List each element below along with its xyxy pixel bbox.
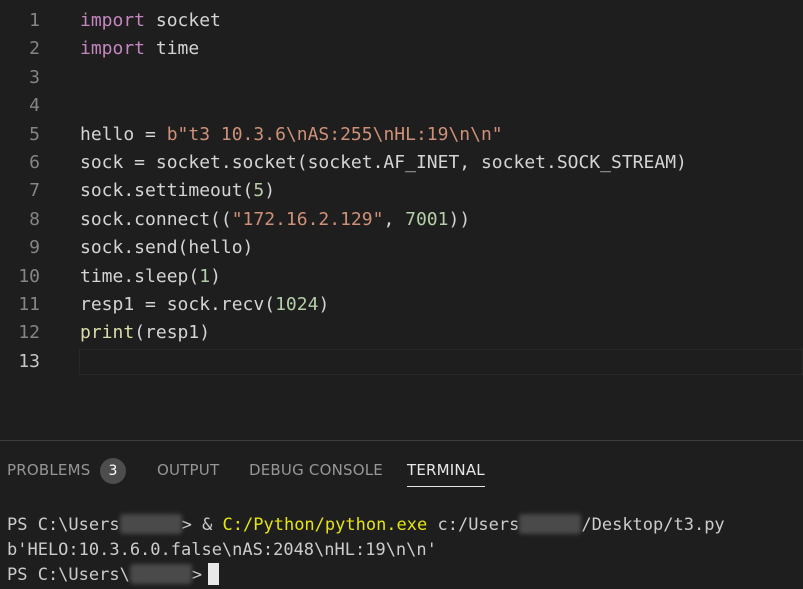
code-token: )	[210, 265, 221, 287]
code-line[interactable]: 4	[0, 92, 803, 120]
code-token: 7001	[405, 208, 449, 230]
redacted-username	[119, 514, 182, 534]
code-text: hello = b"t3 10.3.6\nAS:255\nHL:19\n\n"	[80, 121, 503, 149]
code-line[interactable]: 10 time.sleep(1)	[0, 263, 803, 291]
code-token: time.sleep(	[80, 265, 200, 287]
redacted-username	[129, 564, 192, 584]
code-line[interactable]: 8 sock.connect(("172.16.2.129", 7001))	[0, 206, 803, 234]
tab-output[interactable]: OUTPUT	[157, 459, 219, 487]
code-line[interactable]: 11 resp1 = sock.recv(1024)	[0, 291, 803, 319]
line-number: 1	[29, 10, 40, 31]
line-number: 11	[18, 294, 40, 315]
line-number: 2	[29, 38, 40, 60]
terminal-prompt: PS C:\Users\	[7, 565, 130, 585]
code-line[interactable]: 13	[0, 348, 803, 376]
code-token: )	[264, 180, 276, 202]
code-token: 1	[199, 265, 211, 287]
code-token: time	[145, 38, 200, 60]
code-token: b"t3 10.3.6\nAS:255\nHL:19\n\n"	[166, 123, 503, 145]
code-line[interactable]: 7 sock.settimeout(5)	[0, 177, 803, 205]
code-token: ,	[383, 208, 406, 230]
terminal-prompt: PS C:\Users	[7, 515, 120, 535]
code-token: resp1 = sock.recv(	[80, 294, 276, 315]
code-line[interactable]: 2 import time	[0, 35, 803, 63]
code-token: socket	[145, 10, 221, 31]
code-line[interactable]: 3	[0, 64, 803, 92]
terminal-arg-path-a: c:/Users	[427, 515, 520, 535]
code-token: "172.16.2.129"	[231, 208, 384, 230]
code-text: sock = socket.socket(socket.AF_INET, soc…	[80, 149, 687, 177]
terminal-line-2: b'HELO:10.3.6.0.false\nAS:2048\nHL:19\n\…	[7, 540, 437, 560]
tab-output-label: OUTPUT	[157, 461, 220, 479]
code-text: time.sleep(1)	[80, 263, 221, 291]
line-number: 7	[29, 180, 40, 202]
terminal-line-3: PS C:\Users\ >	[7, 563, 220, 587]
code-text: import time	[80, 35, 199, 63]
terminal-arg-path-b: /Desktop/t3.py	[581, 515, 725, 535]
code-token: sock.settimeout(	[80, 180, 254, 202]
line-number: 9	[29, 237, 40, 259]
code-token: sock = socket.socket(socket.AF_INET, soc…	[80, 152, 687, 173]
line-number: 13	[18, 350, 40, 372]
code-text: resp1 = sock.recv(1024)	[80, 291, 329, 319]
terminal-line-1: PS C:\Users > & C:/Python/python.exe c:/U…	[7, 513, 725, 537]
code-token: hello =	[80, 123, 167, 145]
code-line[interactable]: 12 print(resp1)	[0, 319, 803, 347]
line-number: 8	[29, 208, 40, 230]
line-number: 6	[29, 152, 40, 173]
code-token: sock.connect((	[80, 208, 232, 230]
code-line[interactable]: 1 import socket	[0, 7, 803, 35]
code-token: print	[80, 322, 135, 344]
code-line[interactable]: 9 sock.send(hello)	[0, 234, 803, 262]
line-number: 12	[18, 322, 40, 344]
code-line[interactable]: 6 sock = socket.socket(socket.AF_INET, so…	[0, 149, 803, 177]
terminal-arrow: > &	[181, 515, 223, 535]
terminal-arrow: >	[191, 565, 203, 585]
code-token: 1024	[275, 294, 319, 315]
problems-count-badge: 3	[100, 458, 126, 484]
code-token: )	[318, 294, 330, 315]
code-text: print(resp1)	[80, 319, 210, 347]
bottom-panel: PROBLEMS 3 OUTPUT DEBUG CONSOLE TERMINAL…	[0, 440, 803, 589]
tab-problems[interactable]: PROBLEMS	[7, 459, 90, 487]
code-text: import socket	[80, 7, 221, 35]
code-token: ))	[448, 208, 471, 230]
tab-problems-label: PROBLEMS	[7, 461, 91, 479]
tab-debug-console[interactable]: DEBUG CONSOLE	[249, 459, 383, 487]
terminal-command-exe: C:/Python/python.exe	[222, 515, 428, 535]
line-number: 10	[18, 265, 40, 287]
code-token: import	[80, 10, 146, 31]
code-line[interactable]: 5 hello = b"t3 10.3.6\nAS:255\nHL:19\n\n"	[0, 121, 803, 149]
code-token: import	[80, 38, 146, 60]
line-number: 3	[29, 66, 40, 88]
redacted-username	[519, 514, 582, 534]
code-editor[interactable]: 1 import socket 2 import time 3 4 5 hello = b"t…	[0, 0, 803, 440]
tab-debug-console-label: DEBUG CONSOLE	[249, 461, 383, 479]
code-text: sock.connect(("172.16.2.129", 7001))	[80, 206, 470, 234]
line-number: 4	[29, 95, 40, 117]
code-token: sock.send(hello)	[80, 237, 254, 259]
line-number: 5	[29, 123, 40, 145]
tab-terminal-label: TERMINAL	[407, 461, 485, 479]
code-token: 5	[253, 180, 265, 202]
tab-terminal[interactable]: TERMINAL	[407, 459, 485, 487]
terminal-cursor	[208, 563, 220, 585]
code-token: (resp1)	[134, 322, 211, 344]
code-text: sock.settimeout(5)	[80, 177, 275, 205]
code-text: sock.send(hello)	[80, 234, 253, 262]
